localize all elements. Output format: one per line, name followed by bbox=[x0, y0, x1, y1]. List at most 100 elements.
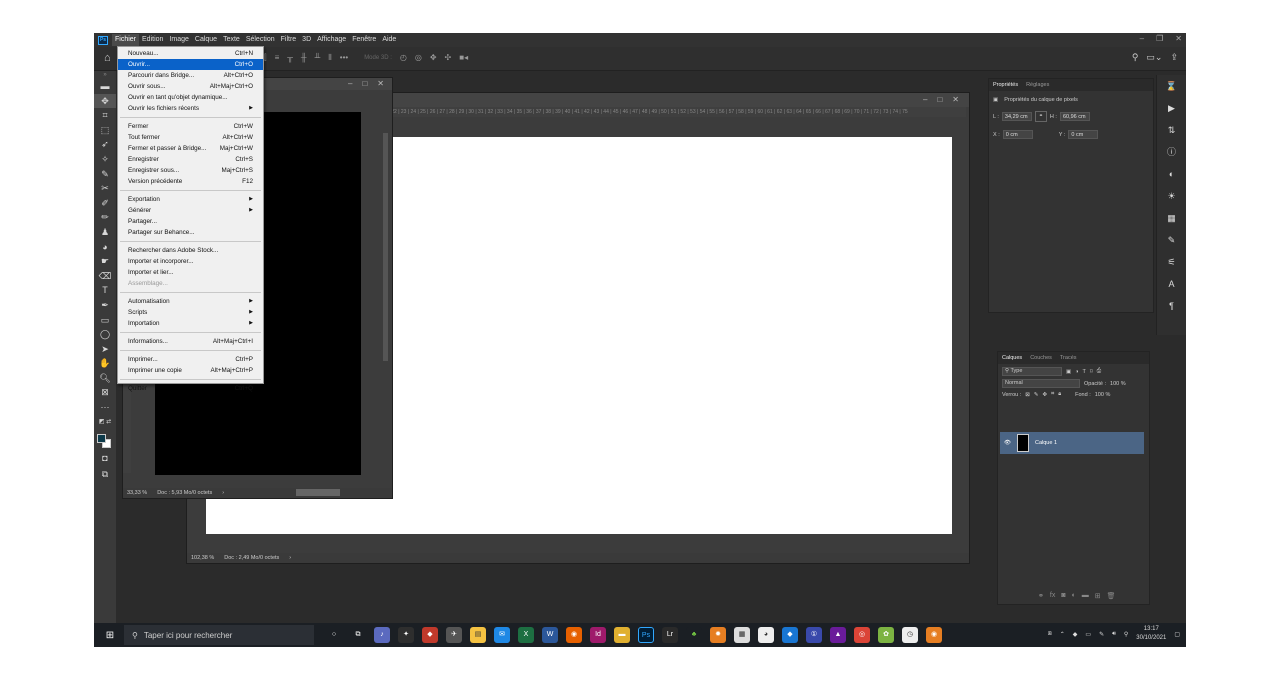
word-icon[interactable]: W bbox=[542, 627, 558, 643]
workspace-icon[interactable]: ▭⌄ bbox=[1146, 52, 1162, 63]
app-icon-11[interactable]: ▲ bbox=[830, 627, 846, 643]
opacity-field[interactable]: 100 % bbox=[1110, 381, 1126, 387]
tray-chevron-icon[interactable]: ⌃ bbox=[1060, 631, 1065, 638]
app-icon-lr[interactable]: Lr bbox=[662, 627, 678, 643]
file-menu-item[interactable]: Automatisation ▶ bbox=[118, 296, 263, 307]
battery-icon[interactable]: ▭ bbox=[1085, 631, 1091, 638]
eraser-tool-icon[interactable]: ⌫ bbox=[94, 269, 116, 284]
zoom-level[interactable]: 33,33 % bbox=[127, 488, 147, 498]
file-menu-item[interactable]: Rechercher dans Adobe Stock... bbox=[118, 245, 263, 256]
app-icon-1[interactable]: ♪ bbox=[374, 627, 390, 643]
file-menu-item[interactable]: Générer ▶ bbox=[118, 205, 263, 216]
menu-image[interactable]: Image bbox=[166, 34, 191, 46]
doc-info[interactable]: Doc : 2,49 Mo/0 octets bbox=[224, 553, 279, 563]
share-icon[interactable]: ⇪ bbox=[1170, 52, 1178, 63]
file-menu-item[interactable]: Ouvrir... Ctrl+O bbox=[118, 59, 263, 70]
menu-affichage[interactable]: Affichage bbox=[314, 34, 349, 46]
app-icon-4[interactable]: ✈ bbox=[446, 627, 462, 643]
collapse-toolbar-icon[interactable]: » bbox=[94, 71, 116, 79]
frame-tool-icon[interactable]: ⊠ bbox=[94, 385, 116, 400]
pan-3d-icon[interactable]: ✥ bbox=[430, 53, 437, 63]
move-tool-icon[interactable]: ✥ bbox=[94, 93, 116, 109]
lock-position-icon[interactable]: ✥ bbox=[1042, 392, 1047, 398]
layer-filter-select[interactable]: ⚲ Type bbox=[1002, 367, 1062, 376]
lock-all-icon[interactable]: 🔒︎ bbox=[1058, 391, 1061, 398]
magic-wand-icon[interactable]: ✧ bbox=[94, 152, 116, 167]
link-layers-icon[interactable]: ⚭ bbox=[1038, 592, 1044, 600]
taskbar-search-box[interactable]: ⚲ Taper ici pour rechercher bbox=[124, 625, 314, 645]
more-options-icon[interactable]: ••• bbox=[340, 53, 348, 63]
menu-aide[interactable]: Aide bbox=[379, 34, 399, 46]
search-icon[interactable]: ⚲ bbox=[1132, 52, 1139, 63]
swap-colors-icon[interactable]: ◩ ⇄ bbox=[94, 415, 116, 430]
swatches-icon[interactable]: ☀ bbox=[1157, 185, 1186, 207]
app-icon-2[interactable]: ✦ bbox=[398, 627, 414, 643]
history-icon[interactable]: ⌛ bbox=[1157, 75, 1186, 97]
file-menu-item[interactable]: Ouvrir les fichiers récents ▶ bbox=[118, 103, 263, 114]
distribute-icon[interactable]: ⦀ bbox=[328, 53, 332, 63]
file-menu-item[interactable]: Quitter Ctrl+Q bbox=[118, 383, 263, 394]
mail-icon[interactable]: ✉ bbox=[494, 627, 510, 643]
character-icon[interactable]: A bbox=[1157, 273, 1186, 295]
filter-shape-icon[interactable]: ⌑ bbox=[1090, 369, 1093, 375]
doc-restore-icon[interactable]: □ bbox=[362, 78, 367, 90]
width-field[interactable]: 34,29 cm bbox=[1001, 112, 1032, 121]
clock[interactable]: 13:17 30/10/2021 bbox=[1136, 625, 1166, 643]
lock-artboard-icon[interactable]: ⌗ bbox=[1051, 391, 1054, 398]
tab-reglages[interactable]: Réglages bbox=[1026, 79, 1049, 91]
app-icon-7[interactable]: ▦ bbox=[734, 627, 750, 643]
zoom-level[interactable]: 102,38 % bbox=[191, 553, 214, 563]
adjustment-layer-icon[interactable]: ◐ bbox=[1072, 592, 1076, 600]
filter-type-icon[interactable]: T bbox=[1083, 369, 1086, 375]
libraries-icon[interactable]: ▦ bbox=[1157, 207, 1186, 229]
delete-layer-icon[interactable]: 🗑︎ bbox=[1107, 592, 1116, 600]
add-mask-icon[interactable]: ◙ bbox=[1061, 592, 1065, 600]
filter-smart-icon[interactable]: ⎙ bbox=[1097, 368, 1101, 375]
taskbar-app-icon[interactable]: ⧈ bbox=[1048, 631, 1052, 638]
menu-edition[interactable]: Edition bbox=[139, 34, 166, 46]
hand-tool-icon[interactable]: ✋ bbox=[94, 356, 116, 371]
y-field[interactable]: 0 cm bbox=[1068, 130, 1099, 139]
align-left-icon[interactable]: ⫿ bbox=[264, 53, 267, 63]
doc-close-icon[interactable]: ✕ bbox=[377, 78, 384, 90]
layer-name[interactable]: Calque 1 bbox=[1035, 440, 1057, 446]
paint-bucket-icon[interactable]: ◕ bbox=[94, 240, 116, 255]
file-menu-item[interactable]: Informations... Alt+Maj+Ctrl+I bbox=[118, 336, 263, 347]
photoshop-taskbar-icon[interactable]: Ps bbox=[638, 627, 654, 643]
menu-fenetre[interactable]: Fenêtre bbox=[349, 34, 379, 46]
lock-pixels-icon[interactable]: ✎ bbox=[1034, 392, 1039, 398]
fill-field[interactable]: 100 % bbox=[1095, 392, 1111, 398]
zoom-tool-icon[interactable]: 🔍︎ bbox=[94, 371, 116, 386]
blend-mode-select[interactable]: Normal bbox=[1002, 379, 1080, 388]
file-menu-item[interactable]: Enregistrer sous... Maj+Ctrl+S bbox=[118, 165, 263, 176]
doc-info[interactable]: Doc : 5,93 Mo/0 octets bbox=[157, 488, 212, 498]
file-menu-item[interactable]: Ouvrir sous... Alt+Maj+Ctrl+O bbox=[118, 81, 263, 92]
menu-texte[interactable]: Texte bbox=[220, 34, 243, 46]
volume-icon[interactable]: 🔊︎ bbox=[1112, 631, 1116, 638]
filter-pixel-icon[interactable]: ▣ bbox=[1066, 369, 1071, 375]
tab-calques[interactable]: Calques bbox=[1002, 352, 1022, 364]
chrome-icon[interactable]: ◎ bbox=[854, 627, 870, 643]
clock-app-icon[interactable]: ◷ bbox=[902, 627, 918, 643]
align-bottom-icon[interactable]: ╨ bbox=[315, 53, 321, 63]
file-menu-item[interactable]: Importer et incorporer... bbox=[118, 256, 263, 267]
brush-tool-icon[interactable]: ✎ bbox=[94, 167, 116, 182]
file-menu-item[interactable]: Tout fermer Alt+Ctrl+W bbox=[118, 132, 263, 143]
marquee-tool-icon[interactable]: ⬚ bbox=[94, 123, 116, 138]
camera-3d-icon[interactable]: ■◂ bbox=[459, 53, 468, 63]
info-icon[interactable]: ⓘ bbox=[1157, 141, 1186, 163]
fx-icon[interactable]: fx bbox=[1050, 592, 1055, 600]
app-icon-13[interactable]: ◉ bbox=[926, 627, 942, 643]
task-view-icon[interactable]: ⧉ bbox=[350, 627, 366, 643]
roll-3d-icon[interactable]: ◎ bbox=[415, 53, 422, 63]
slide-3d-icon[interactable]: ✣ bbox=[445, 53, 452, 63]
tab-couches[interactable]: Couches bbox=[1030, 352, 1052, 364]
menu-fichier[interactable]: Fichier bbox=[112, 34, 140, 46]
folder-icon[interactable]: ▬ bbox=[614, 627, 630, 643]
excel-icon[interactable]: X bbox=[518, 627, 534, 643]
vertical-scrollbar[interactable] bbox=[383, 133, 388, 361]
brush-settings-icon[interactable]: ✎ bbox=[1157, 229, 1186, 251]
horizontal-scrollbar[interactable] bbox=[296, 489, 340, 496]
path-select-icon[interactable]: ➤ bbox=[94, 342, 116, 357]
windows-start-icon[interactable]: ⊞ bbox=[100, 630, 120, 641]
